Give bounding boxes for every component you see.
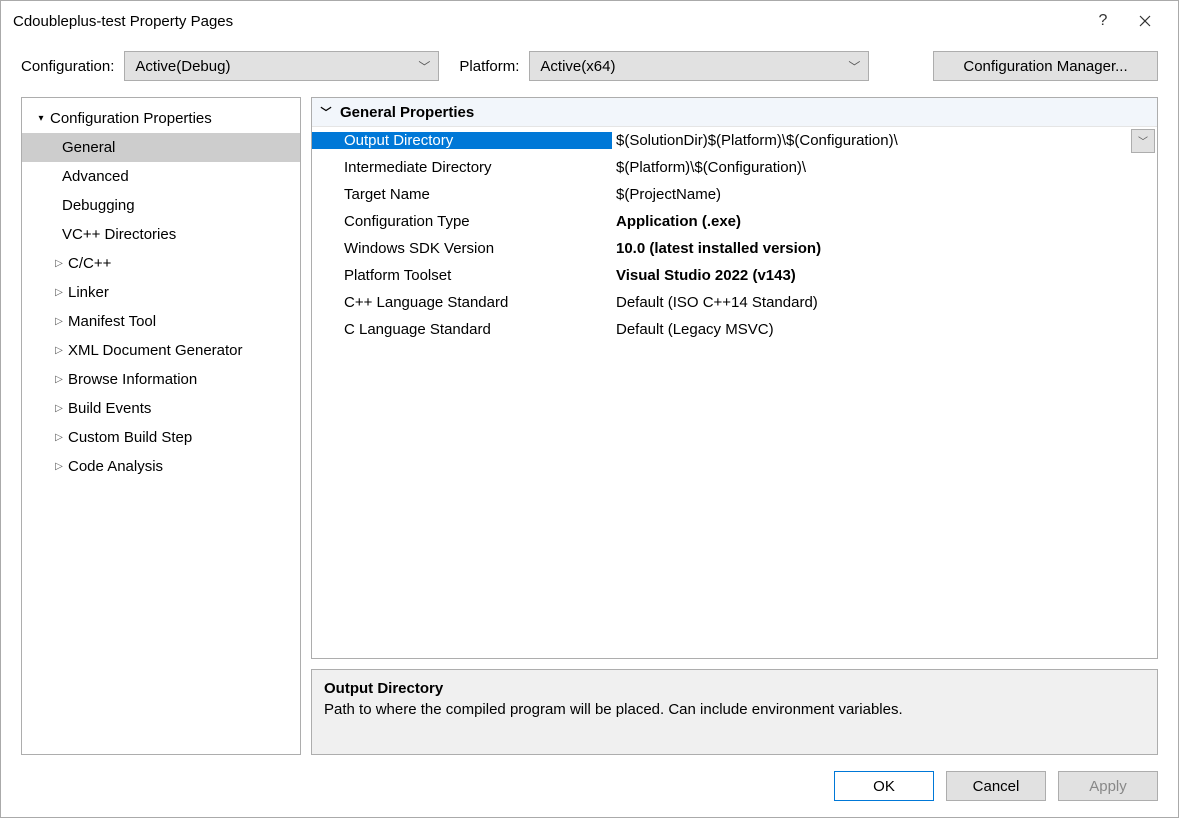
close-button[interactable]	[1124, 4, 1166, 38]
chevron-down-icon: ﹀	[418, 58, 430, 75]
topbar: Configuration: Active(Debug) ﹀ Platform:…	[1, 41, 1178, 97]
close-icon	[1139, 15, 1151, 27]
tree[interactable]: ▾ Configuration Properties General Advan…	[21, 97, 301, 755]
property-grid[interactable]: ﹀ General Properties Output Directory $(…	[311, 97, 1158, 659]
platform-label: Platform:	[459, 58, 519, 75]
tree-item-buildevents[interactable]: ▷Build Events	[22, 394, 300, 423]
property-name: Platform Toolset	[312, 267, 612, 284]
tree-item-manifest[interactable]: ▷Manifest Tool	[22, 307, 300, 336]
expand-icon[interactable]: ▷	[50, 374, 68, 385]
tree-item-ccpp[interactable]: ▷C/C++	[22, 249, 300, 278]
tree-item-xmldoc[interactable]: ▷XML Document Generator	[22, 336, 300, 365]
property-row[interactable]: Windows SDK Version 10.0 (latest install…	[312, 235, 1157, 262]
property-row[interactable]: Platform Toolset Visual Studio 2022 (v14…	[312, 262, 1157, 289]
tree-item-custombuild[interactable]: ▷Custom Build Step	[22, 423, 300, 452]
tree-item-codeanalysis[interactable]: ▷Code Analysis	[22, 452, 300, 481]
tree-root-label: Configuration Properties	[50, 110, 212, 127]
collapse-icon[interactable]: ▾	[32, 113, 50, 124]
expand-icon[interactable]: ▷	[50, 345, 68, 356]
property-name: C Language Standard	[312, 321, 612, 338]
description-title: Output Directory	[324, 680, 1145, 697]
tree-root[interactable]: ▾ Configuration Properties	[22, 104, 300, 133]
property-value[interactable]: $(Platform)\$(Configuration)\	[612, 159, 1157, 176]
button-bar: OK Cancel Apply	[1, 765, 1178, 817]
right-panel: ﹀ General Properties Output Directory $(…	[311, 97, 1158, 755]
main: ▾ Configuration Properties General Advan…	[1, 97, 1178, 765]
configuration-manager-button[interactable]: Configuration Manager...	[933, 51, 1158, 81]
tree-item-vcdirectories[interactable]: VC++ Directories	[22, 220, 300, 249]
dialog: Cdoubleplus-test Property Pages ? Config…	[0, 0, 1179, 818]
tree-item-advanced[interactable]: Advanced	[22, 162, 300, 191]
expand-icon[interactable]: ▷	[50, 287, 68, 298]
config-combo[interactable]: Active(Debug) ﹀	[124, 51, 439, 81]
tree-item-debugging[interactable]: Debugging	[22, 191, 300, 220]
ok-button[interactable]: OK	[834, 771, 934, 801]
tree-item-general[interactable]: General	[22, 133, 300, 162]
chevron-down-icon: ﹀	[848, 58, 860, 75]
property-row[interactable]: Intermediate Directory $(Platform)\$(Con…	[312, 154, 1157, 181]
property-row[interactable]: Target Name $(ProjectName)	[312, 181, 1157, 208]
grid-title: General Properties	[340, 104, 474, 121]
property-value[interactable]: Visual Studio 2022 (v143)	[612, 267, 1157, 284]
platform-combo[interactable]: Active(x64) ﹀	[529, 51, 869, 81]
property-value[interactable]: Default (ISO C++14 Standard)	[612, 294, 1157, 311]
tree-item-linker[interactable]: ▷Linker	[22, 278, 300, 307]
dropdown-button[interactable]: ﹀	[1131, 129, 1155, 153]
description-text: Path to where the compiled program will …	[324, 701, 1145, 718]
collapse-icon[interactable]: ﹀	[312, 104, 340, 120]
property-name: Intermediate Directory	[312, 159, 612, 176]
help-button[interactable]: ?	[1082, 4, 1124, 38]
property-name: Configuration Type	[312, 213, 612, 230]
property-value[interactable]: 10.0 (latest installed version)	[612, 240, 1157, 257]
property-name: Windows SDK Version	[312, 240, 612, 257]
config-label: Configuration:	[21, 58, 114, 75]
property-row[interactable]: C++ Language Standard Default (ISO C++14…	[312, 289, 1157, 316]
expand-icon[interactable]: ▷	[50, 258, 68, 269]
cancel-button[interactable]: Cancel	[946, 771, 1046, 801]
property-value[interactable]: $(ProjectName)	[612, 186, 1157, 203]
property-name: Target Name	[312, 186, 612, 203]
property-row[interactable]: C Language Standard Default (Legacy MSVC…	[312, 316, 1157, 343]
config-value: Active(Debug)	[135, 58, 230, 75]
property-name: Output Directory	[312, 132, 612, 149]
expand-icon[interactable]: ▷	[50, 403, 68, 414]
property-value[interactable]: $(SolutionDir)$(Platform)\$(Configuratio…	[612, 132, 1131, 149]
expand-icon[interactable]: ▷	[50, 316, 68, 327]
property-row[interactable]: Output Directory $(SolutionDir)$(Platfor…	[312, 127, 1157, 154]
property-name: C++ Language Standard	[312, 294, 612, 311]
grid-header[interactable]: ﹀ General Properties	[312, 98, 1157, 127]
dialog-title: Cdoubleplus-test Property Pages	[13, 13, 1082, 30]
tree-item-browseinfo[interactable]: ▷Browse Information	[22, 365, 300, 394]
property-value[interactable]: Default (Legacy MSVC)	[612, 321, 1157, 338]
property-value[interactable]: Application (.exe)	[612, 213, 1157, 230]
property-row[interactable]: Configuration Type Application (.exe)	[312, 208, 1157, 235]
titlebar: Cdoubleplus-test Property Pages ?	[1, 1, 1178, 41]
description-panel: Output Directory Path to where the compi…	[311, 669, 1158, 755]
platform-value: Active(x64)	[540, 58, 615, 75]
expand-icon[interactable]: ▷	[50, 432, 68, 443]
expand-icon[interactable]: ▷	[50, 461, 68, 472]
apply-button: Apply	[1058, 771, 1158, 801]
